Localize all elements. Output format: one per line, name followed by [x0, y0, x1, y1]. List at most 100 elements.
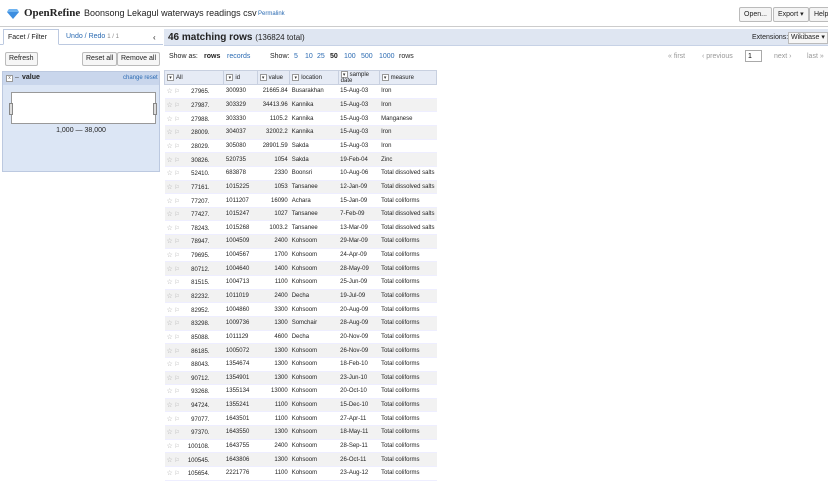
flag-icon[interactable]: ⚐	[174, 158, 179, 164]
id-cell[interactable]: 1004860	[223, 302, 258, 317]
page-size-50[interactable]: 50	[330, 53, 338, 60]
column-menu-icon[interactable]: ▾	[292, 74, 300, 81]
value-cell[interactable]: 1700	[257, 248, 290, 263]
star-icon[interactable]: ☆	[167, 334, 173, 341]
show-as-records[interactable]: records	[227, 53, 250, 60]
value-cell[interactable]: 2400	[257, 439, 290, 454]
location-cell[interactable]: Kohsoom	[289, 466, 339, 481]
star-icon[interactable]: ☆	[167, 211, 173, 218]
id-cell[interactable]: 1011207	[223, 193, 258, 208]
location-cell[interactable]: Boonsri	[289, 166, 339, 181]
flag-icon[interactable]: ⚐	[174, 212, 179, 218]
measure-cell[interactable]: Total coliforms	[379, 411, 437, 427]
location-cell[interactable]: Decha	[289, 330, 339, 345]
flag-icon[interactable]: ⚐	[174, 362, 179, 368]
flag-icon[interactable]: ⚐	[174, 308, 179, 314]
show-as-rows[interactable]: rows	[204, 53, 220, 60]
location-cell[interactable]: Kohsoom	[289, 452, 339, 468]
page-size-1000[interactable]: 1000	[379, 53, 395, 60]
id-cell[interactable]: 683878	[223, 166, 258, 181]
open-button[interactable]: Open...	[739, 7, 772, 22]
id-cell[interactable]: 304037	[223, 125, 258, 140]
star-icon[interactable]: ☆	[167, 143, 173, 150]
value-cell[interactable]: 1400	[257, 261, 290, 277]
value-cell[interactable]: 1003.2	[257, 220, 290, 236]
sample-date-cell[interactable]: 13-Mar-09	[338, 220, 380, 236]
location-cell[interactable]: Kohsoom	[289, 248, 339, 263]
value-cell[interactable]: 28901.59	[257, 139, 290, 154]
star-icon[interactable]: ☆	[167, 402, 173, 409]
measure-cell[interactable]: Total dissolved salts	[379, 180, 437, 195]
star-icon[interactable]: ☆	[167, 470, 173, 477]
id-cell[interactable]: 1355241	[223, 398, 258, 413]
sample-date-cell[interactable]: 23-Aug-12	[338, 466, 380, 481]
measure-cell[interactable]: Total coliforms	[379, 371, 437, 386]
location-cell[interactable]: Kohsoom	[289, 275, 339, 290]
sample-date-cell[interactable]: 15-Aug-03	[338, 98, 380, 113]
measure-cell[interactable]: Total coliforms	[379, 357, 437, 372]
star-icon[interactable]: ☆	[167, 293, 173, 300]
page-number-input[interactable]	[745, 50, 762, 62]
id-cell[interactable]: 1009736	[223, 316, 258, 331]
location-cell[interactable]: Sakda	[289, 139, 339, 154]
value-cell[interactable]: 1027	[257, 207, 290, 222]
sample-date-cell[interactable]: 15-Aug-03	[338, 125, 380, 140]
value-cell[interactable]: 1300	[257, 371, 290, 386]
value-cell[interactable]: 2400	[257, 289, 290, 304]
next-page-link[interactable]: next ›	[774, 53, 792, 60]
page-size-10[interactable]: 10	[305, 53, 313, 60]
sample-date-cell[interactable]: 15-Aug-03	[338, 84, 380, 99]
reset-all-button[interactable]: Reset all	[82, 52, 118, 66]
id-cell[interactable]: 1004713	[223, 275, 258, 290]
last-page-link[interactable]: last »	[807, 53, 824, 60]
id-cell[interactable]: 303329	[223, 98, 258, 113]
sample-date-cell[interactable]: 15-Aug-03	[338, 111, 380, 126]
id-cell[interactable]: 1004567	[223, 248, 258, 263]
location-cell[interactable]: Achara	[289, 193, 339, 208]
measure-cell[interactable]: Iron	[379, 84, 437, 99]
location-cell[interactable]: Kohsoom	[289, 398, 339, 413]
flag-icon[interactable]: ⚐	[174, 267, 179, 273]
id-cell[interactable]: 1354674	[223, 357, 258, 372]
id-cell[interactable]: 303330	[223, 111, 258, 126]
flag-icon[interactable]: ⚐	[174, 430, 179, 436]
page-size-100[interactable]: 100	[344, 53, 356, 60]
measure-cell[interactable]: Total coliforms	[379, 193, 437, 208]
value-cell[interactable]: 1300	[257, 316, 290, 331]
flag-icon[interactable]: ⚐	[174, 89, 179, 95]
id-cell[interactable]: 1643550	[223, 425, 258, 440]
location-cell[interactable]: Tansanee	[289, 207, 339, 222]
sample-date-cell[interactable]: 25-Jun-09	[338, 275, 380, 290]
star-icon[interactable]: ☆	[167, 320, 173, 327]
id-cell[interactable]: 1354901	[223, 371, 258, 386]
id-cell[interactable]: 1643806	[223, 452, 258, 468]
flag-icon[interactable]: ⚐	[174, 185, 179, 191]
flag-icon[interactable]: ⚐	[174, 117, 179, 123]
column-header-id[interactable]: ▾ id	[223, 69, 258, 86]
star-icon[interactable]: ☆	[167, 198, 173, 205]
value-cell[interactable]: 21665.84	[257, 84, 290, 99]
location-cell[interactable]: Kannika	[289, 111, 339, 126]
value-cell[interactable]: 1100	[257, 275, 290, 290]
id-cell[interactable]: 1015268	[223, 220, 258, 236]
location-cell[interactable]: Kannika	[289, 98, 339, 113]
value-cell[interactable]: 1054	[257, 152, 290, 167]
value-cell[interactable]: 1105.2	[257, 111, 290, 126]
measure-cell[interactable]: Total coliforms	[379, 261, 437, 277]
location-cell[interactable]: Kannika	[289, 125, 339, 140]
id-cell[interactable]: 305080	[223, 139, 258, 154]
value-cell[interactable]: 1300	[257, 425, 290, 440]
export-button[interactable]: Export ▾	[773, 7, 809, 22]
location-cell[interactable]: Kohsoom	[289, 371, 339, 386]
sample-date-cell[interactable]: 7-Feb-09	[338, 207, 380, 222]
location-cell[interactable]: Busarakhan	[289, 84, 339, 99]
flag-icon[interactable]: ⚐	[174, 389, 179, 395]
location-cell[interactable]: Tansanee	[289, 220, 339, 236]
sample-date-cell[interactable]: 20-Nov-09	[338, 330, 380, 345]
column-header-value[interactable]: ▾ value	[256, 69, 291, 86]
page-size-5[interactable]: 5	[294, 53, 298, 60]
id-cell[interactable]: 1011019	[223, 289, 258, 304]
measure-cell[interactable]: Iron	[379, 139, 437, 154]
flag-icon[interactable]: ⚐	[174, 130, 179, 136]
sample-date-cell[interactable]: 10-Aug-06	[338, 166, 380, 181]
